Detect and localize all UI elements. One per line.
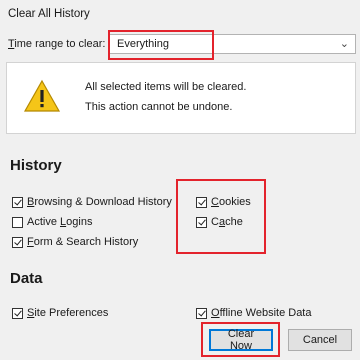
- checkbox-offline-website-data[interactable]: Offline Website Data: [196, 307, 311, 319]
- checkbox-label: Site Preferences: [27, 307, 109, 319]
- checkbox-browsing-history[interactable]: Browsing & Download History: [12, 196, 172, 208]
- window-title: Clear All History: [8, 8, 90, 20]
- checkbox-label: Browsing & Download History: [27, 196, 172, 208]
- checkbox-label: Cache: [211, 216, 243, 228]
- checkbox-box: [12, 216, 23, 228]
- history-heading: History: [10, 157, 62, 174]
- checkbox-active-logins[interactable]: Active Logins: [12, 216, 92, 228]
- time-range-select[interactable]: Everything ⌄: [108, 34, 356, 54]
- time-range-value: Everything: [117, 38, 169, 50]
- checkbox-box: [196, 307, 207, 319]
- checkbox-label: Offline Website Data: [211, 307, 312, 319]
- checkbox-cache[interactable]: Cache: [196, 216, 243, 228]
- checkbox-box: [12, 307, 23, 319]
- clear-now-button[interactable]: Clear Now: [209, 328, 273, 352]
- warning-line-1: All selected items will be cleared.: [85, 81, 247, 93]
- chevron-down-icon: ⌄: [339, 38, 349, 50]
- checkbox-form-search-history[interactable]: Form & Search History: [12, 236, 138, 248]
- checkbox-label: Cookies: [211, 196, 251, 208]
- checkbox-label: Form & Search History: [27, 236, 139, 248]
- time-range-label: Time range to clear:: [8, 38, 106, 50]
- checkbox-site-preferences[interactable]: Site Preferences: [12, 307, 108, 319]
- checkbox-box: [12, 236, 23, 248]
- warning-line-2: This action cannot be undone.: [85, 101, 233, 113]
- warning-box: All selected items will be cleared. This…: [6, 62, 356, 134]
- checkbox-box: [196, 216, 207, 228]
- checkbox-cookies[interactable]: Cookies: [196, 196, 251, 208]
- checkbox-box: [12, 196, 23, 208]
- warning-icon: [23, 79, 61, 112]
- data-heading: Data: [10, 270, 43, 287]
- cancel-button[interactable]: Cancel: [288, 329, 352, 351]
- checkbox-box: [196, 196, 207, 208]
- checkbox-label: Active Logins: [27, 216, 93, 228]
